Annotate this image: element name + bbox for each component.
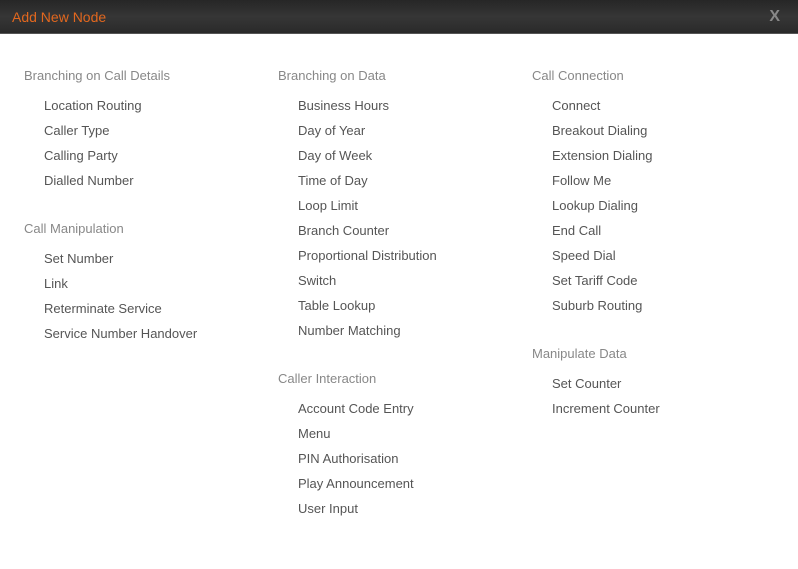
group-manipulate-data: Manipulate Data Set Counter Increment Co…: [532, 346, 774, 421]
group-title: Branching on Data: [278, 68, 520, 83]
column-3: Call Connection Connect Breakout Dialing…: [532, 68, 774, 549]
node-item-set-number[interactable]: Set Number: [24, 246, 266, 271]
node-item-number-matching[interactable]: Number Matching: [278, 318, 520, 343]
node-item-increment-counter[interactable]: Increment Counter: [532, 396, 774, 421]
node-categories-grid: Branching on Call Details Location Routi…: [0, 34, 798, 569]
node-item-business-hours[interactable]: Business Hours: [278, 93, 520, 118]
group-call-connection: Call Connection Connect Breakout Dialing…: [532, 68, 774, 318]
node-item-account-code-entry[interactable]: Account Code Entry: [278, 396, 520, 421]
node-item-user-input[interactable]: User Input: [278, 496, 520, 521]
group-caller-interaction: Caller Interaction Account Code Entry Me…: [278, 371, 520, 521]
node-item-caller-type[interactable]: Caller Type: [24, 118, 266, 143]
node-item-extension-dialing[interactable]: Extension Dialing: [532, 143, 774, 168]
node-item-lookup-dialing[interactable]: Lookup Dialing: [532, 193, 774, 218]
node-item-breakout-dialing[interactable]: Breakout Dialing: [532, 118, 774, 143]
node-item-speed-dial[interactable]: Speed Dial: [532, 243, 774, 268]
node-item-set-counter[interactable]: Set Counter: [532, 371, 774, 396]
node-item-service-number-handover[interactable]: Service Number Handover: [24, 321, 266, 346]
group-title: Branching on Call Details: [24, 68, 266, 83]
dialog-title: Add New Node: [12, 9, 106, 25]
group-title: Call Manipulation: [24, 221, 266, 236]
node-item-pin-authorisation[interactable]: PIN Authorisation: [278, 446, 520, 471]
group-title: Call Connection: [532, 68, 774, 83]
group-branching-on-data: Branching on Data Business Hours Day of …: [278, 68, 520, 343]
node-item-day-of-week[interactable]: Day of Week: [278, 143, 520, 168]
node-item-end-call[interactable]: End Call: [532, 218, 774, 243]
group-title: Manipulate Data: [532, 346, 774, 361]
column-2: Branching on Data Business Hours Day of …: [278, 68, 520, 549]
node-item-switch[interactable]: Switch: [278, 268, 520, 293]
node-item-proportional-distribution[interactable]: Proportional Distribution: [278, 243, 520, 268]
node-item-menu[interactable]: Menu: [278, 421, 520, 446]
node-item-day-of-year[interactable]: Day of Year: [278, 118, 520, 143]
node-item-set-tariff-code[interactable]: Set Tariff Code: [532, 268, 774, 293]
node-item-branch-counter[interactable]: Branch Counter: [278, 218, 520, 243]
dialog-titlebar: Add New Node X: [0, 0, 798, 34]
group-title: Caller Interaction: [278, 371, 520, 386]
node-item-play-announcement[interactable]: Play Announcement: [278, 471, 520, 496]
column-1: Branching on Call Details Location Routi…: [24, 68, 266, 549]
group-branching-on-call-details: Branching on Call Details Location Routi…: [24, 68, 266, 193]
node-item-suburb-routing[interactable]: Suburb Routing: [532, 293, 774, 318]
node-item-time-of-day[interactable]: Time of Day: [278, 168, 520, 193]
node-item-reterminate-service[interactable]: Reterminate Service: [24, 296, 266, 321]
node-item-calling-party[interactable]: Calling Party: [24, 143, 266, 168]
group-call-manipulation: Call Manipulation Set Number Link Reterm…: [24, 221, 266, 346]
node-item-follow-me[interactable]: Follow Me: [532, 168, 774, 193]
node-item-location-routing[interactable]: Location Routing: [24, 93, 266, 118]
node-item-link[interactable]: Link: [24, 271, 266, 296]
node-item-connect[interactable]: Connect: [532, 93, 774, 118]
node-item-dialled-number[interactable]: Dialled Number: [24, 168, 266, 193]
node-item-table-lookup[interactable]: Table Lookup: [278, 293, 520, 318]
node-item-loop-limit[interactable]: Loop Limit: [278, 193, 520, 218]
close-icon[interactable]: X: [763, 6, 786, 28]
